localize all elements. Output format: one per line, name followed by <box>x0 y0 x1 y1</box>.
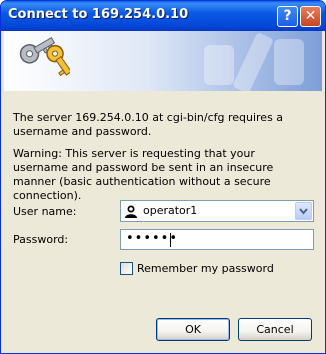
username-label: User name: <box>13 205 77 218</box>
user-icon <box>125 205 137 218</box>
remember-password-label[interactable]: Remember my password <box>137 262 274 275</box>
keys-icon <box>19 37 70 77</box>
username-combobox[interactable]: operator1 <box>120 200 314 222</box>
banner-decoration-icon <box>204 33 304 91</box>
username-dropdown-button[interactable] <box>295 202 312 220</box>
remember-password-checkbox[interactable] <box>120 262 133 275</box>
username-value: operator1 <box>143 204 198 217</box>
password-label: Password: <box>13 233 69 246</box>
close-button[interactable]: ✕ <box>300 6 321 27</box>
dialog-banner <box>4 31 322 91</box>
title-bar[interactable]: Connect to 169.254.0.10 ? ✕ <box>1 1 325 31</box>
security-warning-text: Warning: This server is requesting that … <box>13 147 274 202</box>
connect-dialog: Connect to 169.254.0.10 ? ✕ The server 1… <box>0 0 326 354</box>
server-info-text: The server 169.254.0.10 at cgi-bin/cfg r… <box>13 111 284 138</box>
password-field[interactable]: •••••• <box>120 229 314 250</box>
cancel-button[interactable]: Cancel <box>238 318 312 341</box>
window-title: Connect to 169.254.0.10 <box>8 7 189 22</box>
chevron-down-icon <box>299 208 308 215</box>
ok-button[interactable]: OK <box>156 318 230 341</box>
help-button[interactable]: ? <box>277 6 298 27</box>
text-caret <box>170 233 171 247</box>
